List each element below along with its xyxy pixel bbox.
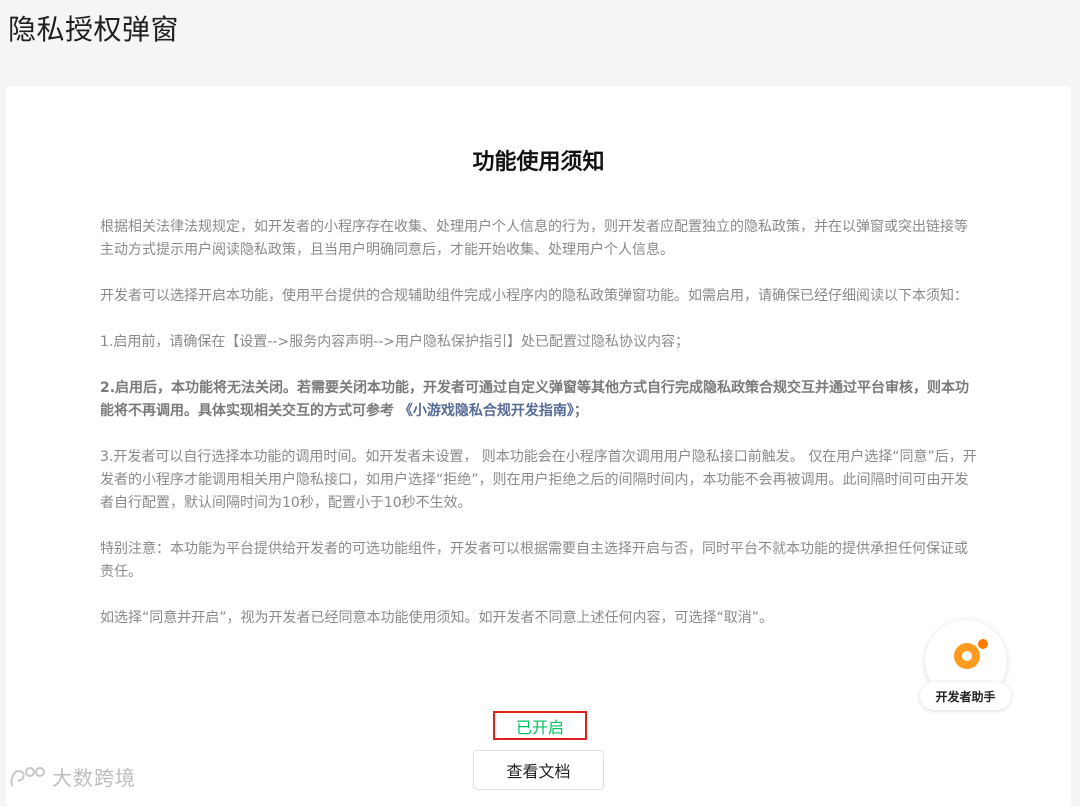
watermark-logo-icon: [10, 766, 45, 786]
notice-paragraph-5: 3.开发者可以自行选择本功能的调用时间。如开发者未设置， 则本功能会在小程序首次…: [100, 449, 977, 511]
developer-assistant-widget[interactable]: 开发者助手: [920, 620, 1011, 712]
notice-paragraph-4: 2.启用后，本功能将无法关闭。若需要关闭本功能，开发者可通过自定义弹窗等其他方式…: [100, 377, 980, 423]
page-title: 隐私授权弹窗: [8, 13, 180, 46]
status-badge: 已开启: [515, 717, 564, 737]
watermark-text: 大数跨境: [52, 766, 136, 790]
notice-title: 功能使用须知: [472, 150, 605, 175]
assistant-label[interactable]: 开发者助手: [920, 682, 1011, 710]
status-highlight-box: 已开启: [493, 711, 587, 740]
notice-paragraph-1: 根据相关法律法规规定，如开发者的小程序存在收集、处理用户个人信息的行为，则开发者…: [100, 219, 968, 258]
notice-paragraph-7: 如选择“同意并开启”，视为开发者已经同意本功能使用须知。如开发者不同意上述任何内…: [100, 610, 774, 626]
notice-paragraph-2: 开发者可以选择开启本功能，使用平台提供的合规辅助组件完成小程序内的隐私政策弹窗功…: [100, 288, 968, 304]
notice-paragraph-6: 特别注意：本功能为平台提供给开发者的可选功能组件，开发者可以根据需要自主选择开启…: [100, 541, 968, 580]
view-docs-button[interactable]: 查看文档: [473, 750, 604, 790]
assistant-icon: [954, 639, 988, 669]
watermark: 大数跨境: [8, 762, 136, 791]
notice-card: 功能使用须知 根据相关法律法规规定，如开发者的小程序存在收集、处理用户个人信息的…: [6, 86, 1071, 806]
notice-paragraph-4-end: ；: [573, 403, 588, 419]
privacy-guide-link[interactable]: 《小游戏隐私合规开发指南》: [394, 403, 574, 419]
notice-paragraph-3: 1.启用前，请确保在【设置-->服务内容声明-->用户隐私保护指引】处已配置过隐…: [100, 334, 690, 350]
notice-content: 根据相关法律法规规定，如开发者的小程序存在收集、处理用户个人信息的行为，则开发者…: [100, 216, 980, 653]
